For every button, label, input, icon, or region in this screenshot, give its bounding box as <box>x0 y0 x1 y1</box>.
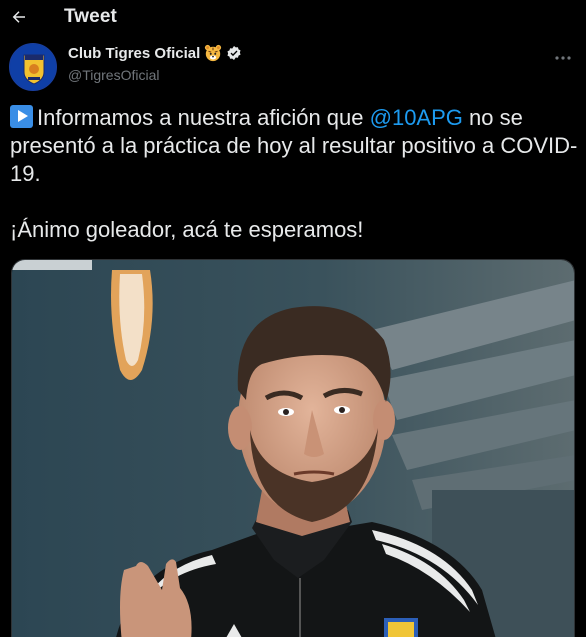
author-handle[interactable]: @TigresOficial <box>68 67 160 83</box>
tweet-photo[interactable] <box>11 259 575 637</box>
display-name[interactable]: Club Tigres Oficial <box>68 45 200 62</box>
tweet-text-part1: Informamos a nuestra afición que <box>37 105 370 130</box>
tiger-face-icon <box>205 44 222 62</box>
tweet-header: Club Tigres Oficial @TigresOficial <box>0 40 586 96</box>
tweet-text-line2: ¡Ánimo goleador, acá te esperamos! <box>10 217 364 242</box>
play-button-icon <box>10 105 33 128</box>
back-button[interactable] <box>4 0 34 34</box>
avatar[interactable] <box>9 43 57 91</box>
tweet-text-line1: Informamos a nuestra afición que @10APG … <box>10 104 580 188</box>
arrow-left-icon <box>12 11 25 23</box>
page-title: Tweet <box>64 6 117 27</box>
verified-badge-icon <box>227 46 241 60</box>
author-name-row: Club Tigres Oficial <box>68 44 242 62</box>
tweet-text: Informamos a nuestra afición que @10APG … <box>10 104 580 244</box>
player-photo <box>12 260 574 637</box>
tigres-crest-logo <box>10 44 56 90</box>
top-bar: Tweet <box>0 0 586 36</box>
more-button[interactable] <box>549 48 577 68</box>
more-horizontal-icon <box>555 56 571 60</box>
mention-link[interactable]: @10APG <box>370 105 463 130</box>
